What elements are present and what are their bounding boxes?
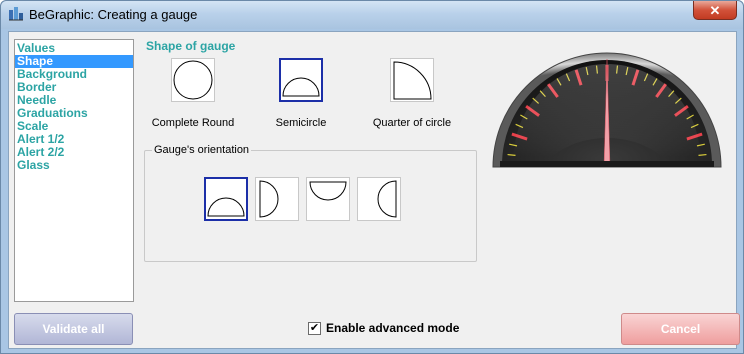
quarter-circle-shape-icon bbox=[393, 61, 432, 100]
semicircle-shape-icon bbox=[282, 77, 320, 97]
shape-quarter-circle-button[interactable] bbox=[390, 58, 434, 102]
gauge-preview bbox=[492, 52, 722, 168]
category-list[interactable]: Values Shape Background Border Needle Gr… bbox=[14, 39, 134, 302]
checkmark-icon: ✔ bbox=[309, 321, 320, 334]
orientation-group: Gauge's orientation bbox=[144, 144, 477, 262]
shape-section-title: Shape of gauge bbox=[146, 39, 236, 53]
validate-all-button[interactable]: Validate all bbox=[14, 313, 133, 345]
orientation-down-button[interactable] bbox=[306, 177, 350, 221]
shape-complete-round-label: Complete Round bbox=[151, 117, 235, 129]
semicircle-right-icon bbox=[259, 180, 279, 218]
advanced-mode-label: Enable advanced mode bbox=[326, 321, 460, 335]
orientation-group-label: Gauge's orientation bbox=[152, 144, 252, 156]
cancel-button[interactable]: Cancel bbox=[621, 313, 740, 345]
dialog-window: BeGraphic: Creating a gauge ✕ Values Sha… bbox=[0, 0, 744, 354]
close-icon: ✕ bbox=[709, 2, 721, 18]
orientation-right-button[interactable] bbox=[255, 177, 299, 221]
shape-quarter-circle-label: Quarter of circle bbox=[372, 117, 452, 129]
close-button[interactable]: ✕ bbox=[693, 1, 737, 20]
semicircle-up-icon bbox=[207, 197, 245, 217]
gauge-base bbox=[500, 161, 714, 167]
semicircle-down-icon bbox=[309, 181, 347, 201]
advanced-mode-toggle[interactable]: ✔ Enable advanced mode bbox=[308, 321, 459, 335]
begraphic-app-icon bbox=[9, 7, 23, 21]
orientation-up-button[interactable] bbox=[204, 177, 248, 221]
circle-shape-icon bbox=[173, 60, 213, 100]
advanced-mode-checkbox[interactable]: ✔ bbox=[308, 321, 321, 335]
shape-semicircle-button[interactable] bbox=[279, 58, 323, 102]
dialog-body: Values Shape Background Border Needle Gr… bbox=[8, 31, 740, 349]
window-title: BeGraphic: Creating a gauge bbox=[29, 7, 198, 22]
list-item-glass[interactable]: Glass bbox=[15, 159, 133, 172]
shape-complete-round-button[interactable] bbox=[171, 58, 215, 102]
title-bar[interactable]: BeGraphic: Creating a gauge ✕ bbox=[1, 1, 743, 29]
semicircle-left-icon bbox=[377, 180, 397, 218]
shape-semicircle-label: Semicircle bbox=[275, 117, 327, 129]
orientation-left-button[interactable] bbox=[357, 177, 401, 221]
